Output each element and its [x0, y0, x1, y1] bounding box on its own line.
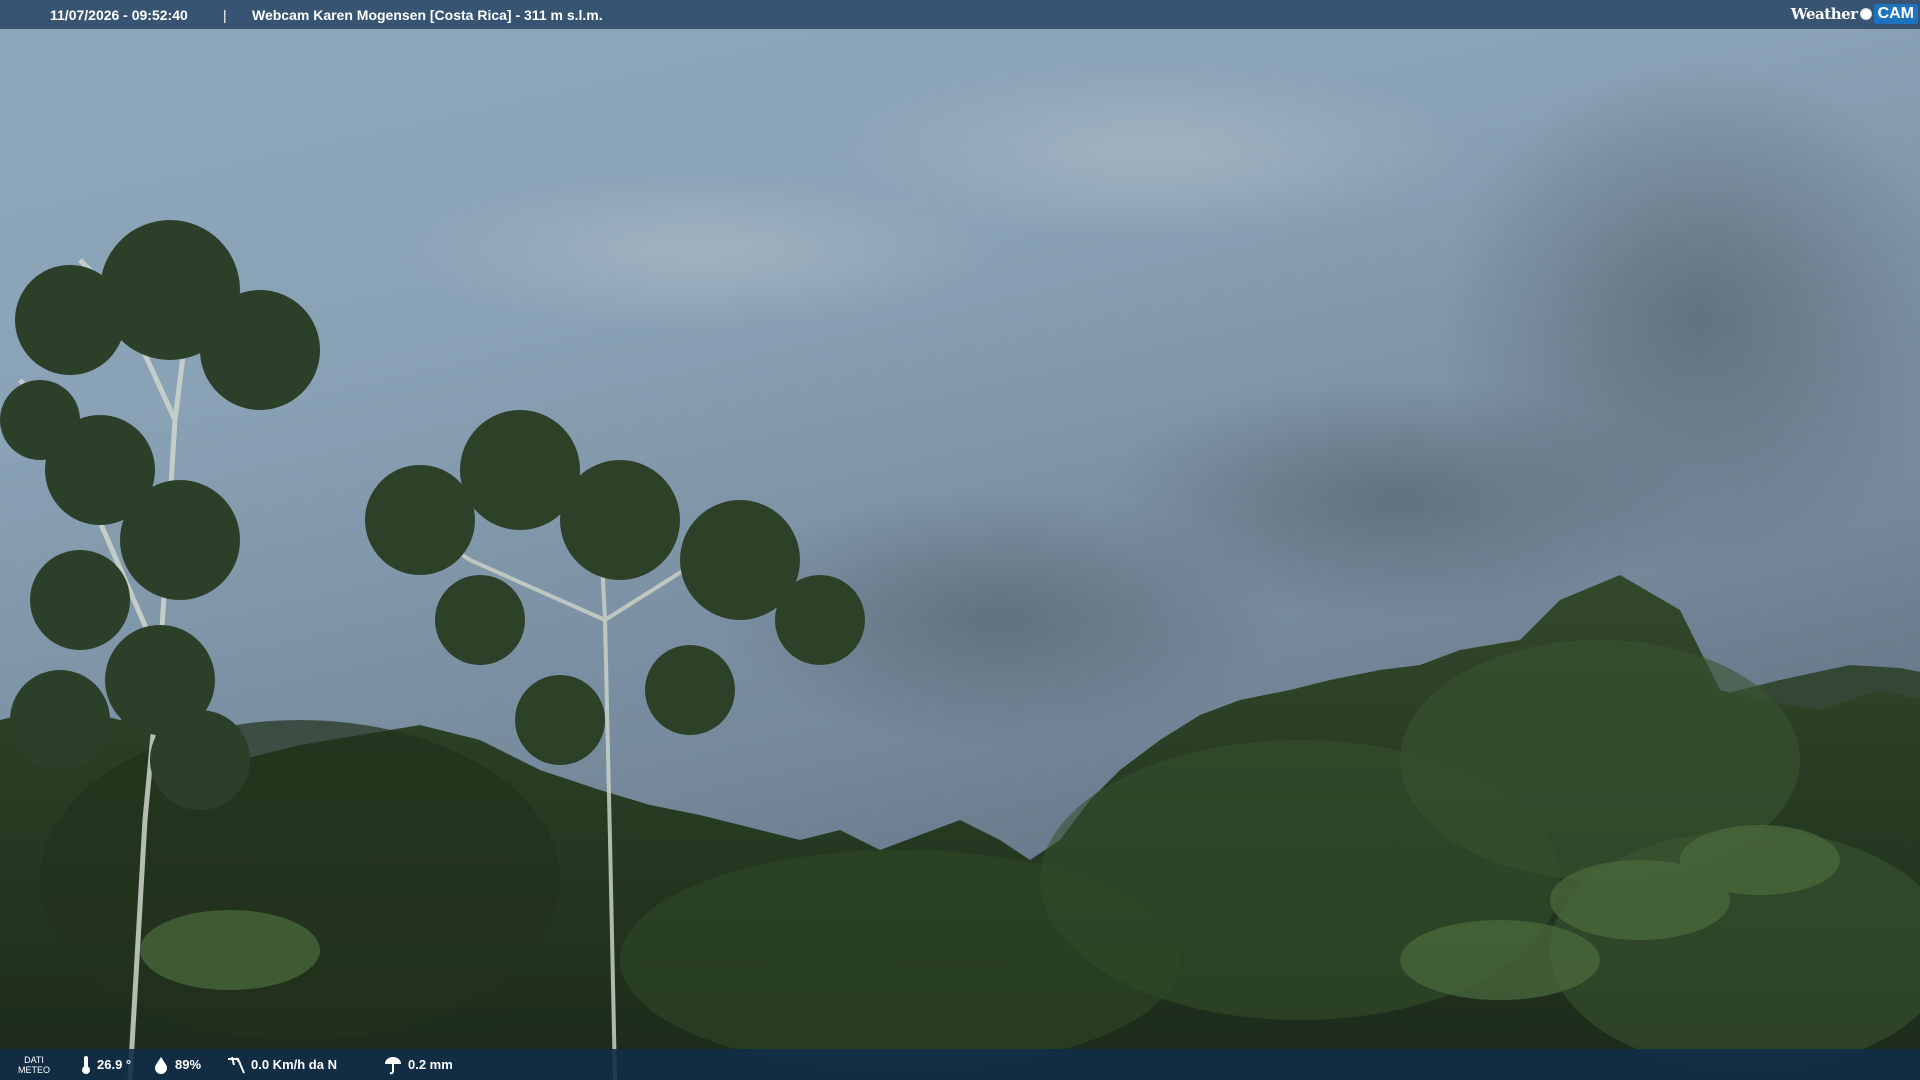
webcam-frame: 11/07/2026 - 09:52:40 | Webcam Karen Mog… [0, 0, 1920, 1080]
logo-weather-text: Weather [1790, 5, 1858, 23]
weather-data-bar: DATI METEO 26.9 ° 89% 0.0 Km/h da N 0.2 … [0, 1049, 1920, 1080]
webcam-image [0, 0, 1920, 1080]
header-bar: 11/07/2026 - 09:52:40 | Webcam Karen Mog… [0, 0, 1920, 29]
thermometer-icon [82, 1055, 90, 1074]
rain-reading: 0.2 mm [383, 1049, 453, 1080]
webcam-title: Webcam Karen Mogensen [Costa Rica] - 311… [252, 6, 603, 23]
wind-reading: 0.0 Km/h da N [226, 1049, 337, 1080]
wind-value: 0.0 Km/h da N [251, 1057, 337, 1072]
temperature-value: 26.9 ° [97, 1057, 132, 1072]
weathercam-logo[interactable]: Weather CAM [1791, 2, 1918, 26]
temperature-reading: 26.9 ° [80, 1049, 131, 1080]
rain-value: 0.2 mm [408, 1057, 453, 1072]
header-separator: | [223, 6, 227, 23]
datetime-label: 11/07/2026 - 09:52:40 [50, 6, 188, 23]
logo-dot-icon [1859, 8, 1872, 20]
dati-line2: METEO [18, 1064, 51, 1075]
humidity-reading: 89% [152, 1049, 201, 1080]
humidity-value: 89% [175, 1057, 202, 1072]
dati-meteo-label: DATI METEO [18, 1049, 50, 1080]
humidity-icon [155, 1056, 167, 1074]
dati-line1: DATI [24, 1054, 44, 1065]
rain-icon [385, 1056, 401, 1074]
wind-icon [228, 1056, 245, 1073]
logo-cam-text: CAM [1873, 4, 1918, 24]
